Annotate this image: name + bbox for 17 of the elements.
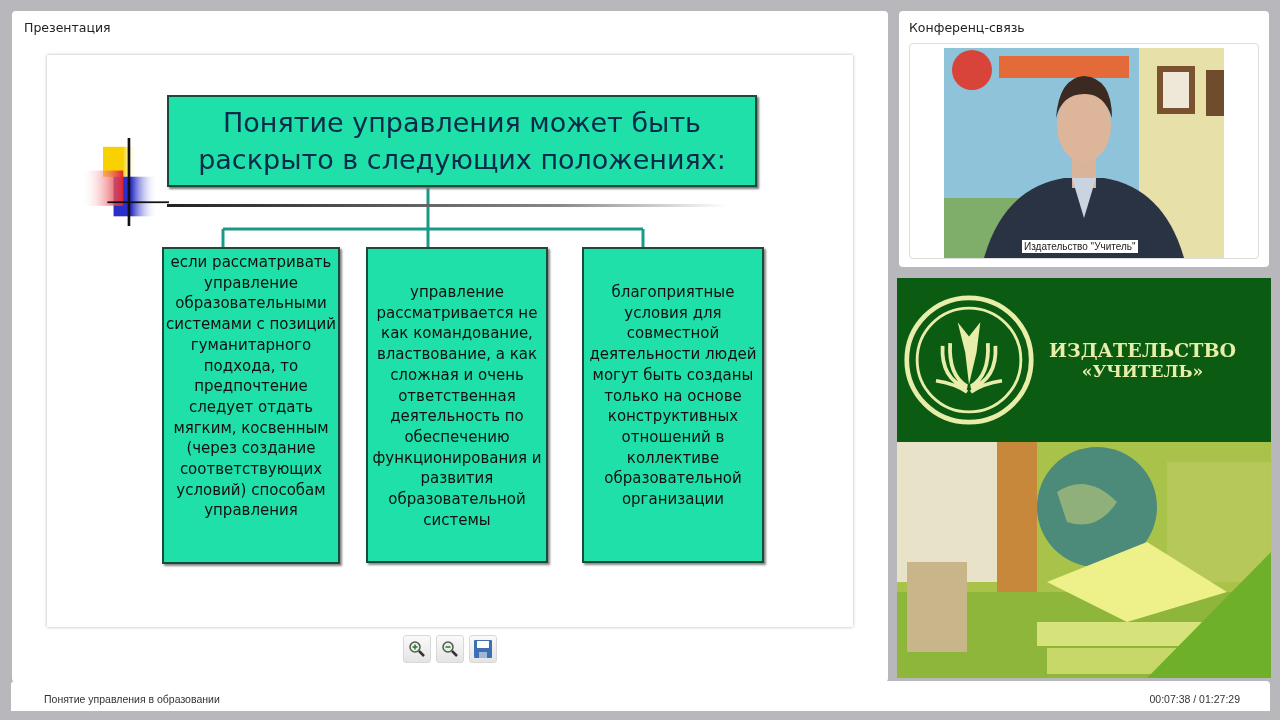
zoom-out-button[interactable] [436,635,464,663]
save-button[interactable] [469,635,497,663]
book-emblem-icon [903,294,1035,426]
zoom-out-icon [441,640,459,658]
zoom-in-icon [408,640,426,658]
slide-card: управление рассматривается не как командование, властвование, а как сложная и очень ответственная деятельность по обеспечению функционирования и развития образовательной системы [366,247,548,563]
video-caption: Издательство "Учитель" [1022,240,1138,253]
panel-title: Презентация [24,19,111,37]
publisher-name: «УЧИТЕЛЬ» [1081,361,1204,381]
slide-card: благоприятные условия для совместной деятельности людей могут быть созданы только на основе конструктивных отношений в коллективе образовательной организации [582,247,764,563]
panel-title: Конференц-связь [909,19,1026,37]
slide-heading: Понятие управления может быть раскрыто в следующих положениях: [167,95,757,187]
zoom-in-button[interactable] [403,635,431,663]
playback-time: 00:07:38 / 01:27:29 [1149,693,1240,705]
slide-card: если рассматривать управление образовательными системами с позиций гуманитарного подхода, то предпочтение следует отдать мягким, косвенным (через создание соответствующих условий) способам управления [162,247,340,564]
publisher-name: ИЗДАТЕЛЬСТВО [1049,339,1236,361]
lecture-title: Понятие управления в образовании [44,693,220,705]
